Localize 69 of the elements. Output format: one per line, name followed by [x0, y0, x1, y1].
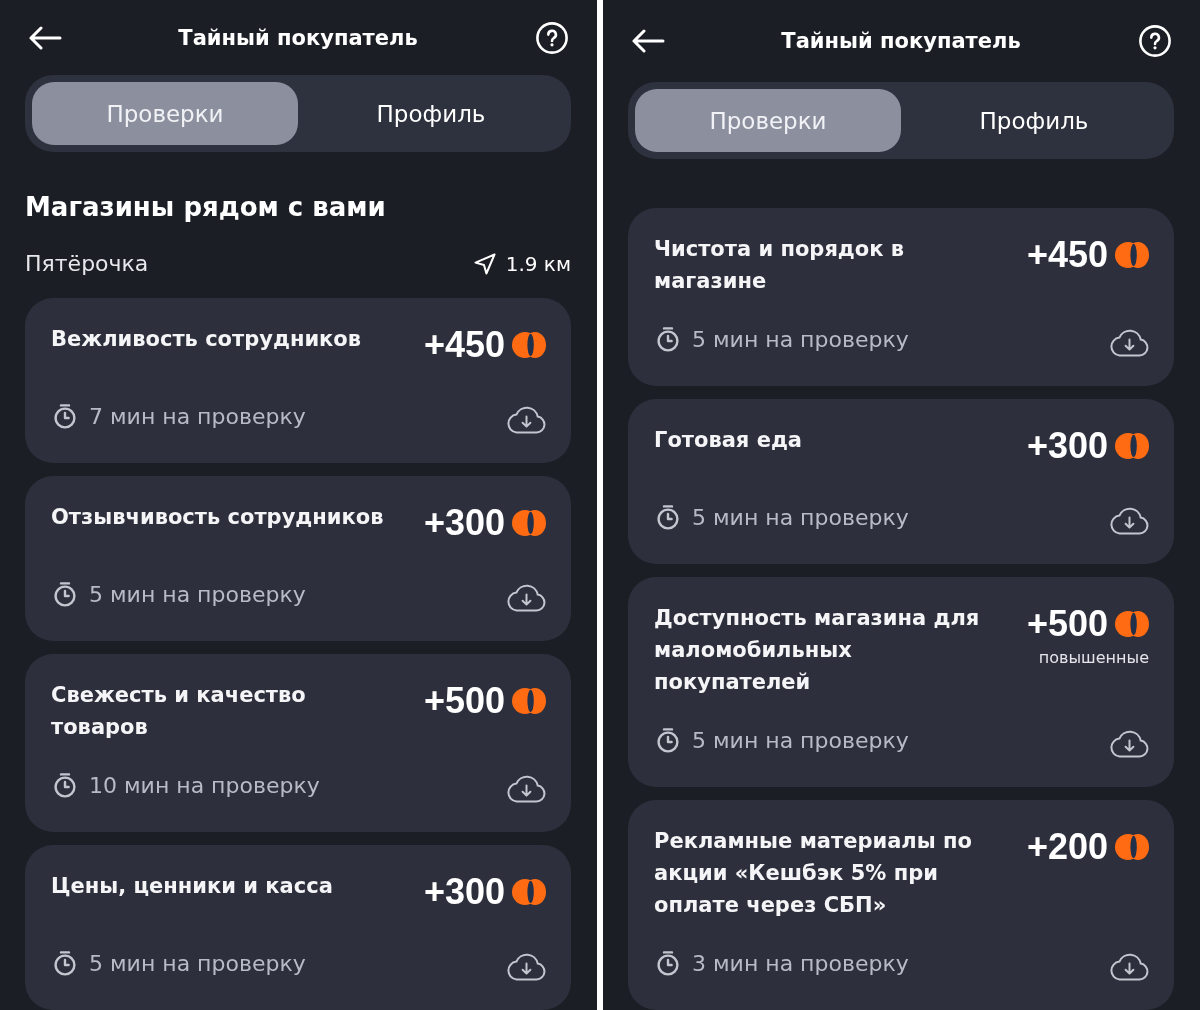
points-value: +450	[423, 325, 505, 365]
task-title: Доступность магазина для маломобильных покупателей	[654, 605, 981, 696]
coin-icon	[512, 332, 546, 358]
stopwatch-icon	[656, 950, 680, 976]
duration-text: 5 мин на проверку	[692, 727, 909, 753]
section-title: Магазины рядом с вами	[25, 192, 387, 222]
points-value: +500	[1026, 604, 1108, 644]
task-card[interactable]: Свежесть и качество товаров +500 10 мин на проверку	[25, 654, 571, 832]
task-title: Цены, ценники и касса	[51, 873, 334, 900]
coin-icon	[1115, 834, 1149, 860]
duration-text: 3 мин на проверку	[692, 950, 909, 976]
points-note: повышенные	[1038, 648, 1149, 668]
points-value: +300	[423, 503, 505, 543]
duration-text: 5 мин на проверку	[89, 950, 306, 976]
points-value: +500	[423, 681, 505, 721]
cloud-download-icon[interactable]	[1109, 951, 1149, 981]
help-icon[interactable]	[536, 21, 568, 54]
coin-icon	[512, 688, 546, 714]
cloud-download-icon[interactable]	[506, 404, 546, 434]
screen-title: Тайный покупатель	[781, 29, 1021, 53]
task-card[interactable]: Цены, ценники и касса +300 5 мин на проверку	[25, 845, 571, 1010]
task-title: Отзывчивость сотрудников	[51, 504, 385, 531]
task-card[interactable]: Рекламные материалы по акции «Кешбэк 5% при оплате через СБП» +200 3 мин на проверку	[628, 800, 1174, 1010]
duration-text: 7 мин на проверку	[89, 403, 306, 429]
points-value: +200	[1026, 827, 1108, 867]
task-card[interactable]: Доступность магазина для маломобильных покупателей +500 повышенные 5 мин на проверку	[628, 577, 1174, 787]
cloud-download-icon[interactable]	[1109, 728, 1149, 758]
stopwatch-icon	[656, 504, 680, 530]
duration-text: 10 мин на проверку	[89, 772, 320, 798]
points-value: +300	[423, 872, 505, 912]
cloud-download-icon[interactable]	[1109, 505, 1149, 535]
task-card[interactable]: Вежливость сотрудников +450 7 мин на проверку	[25, 298, 571, 463]
coin-icon	[1115, 433, 1149, 459]
task-title: Рекламные материалы по акции «Кешбэк 5% при оплате через СБП»	[654, 828, 973, 919]
cloud-download-icon[interactable]	[506, 773, 546, 803]
stopwatch-icon	[53, 950, 77, 976]
cloud-download-icon[interactable]	[1109, 327, 1149, 357]
duration-text: 5 мин на проверку	[89, 581, 306, 607]
location-arrow-icon	[473, 252, 496, 275]
cloud-download-icon[interactable]	[506, 951, 546, 981]
tab[interactable]: Профиль	[298, 82, 564, 145]
task-title: Свежесть и качество товаров	[51, 682, 307, 741]
coin-icon	[512, 879, 546, 905]
duration-text: 5 мин на проверку	[692, 504, 909, 530]
stopwatch-icon	[656, 326, 680, 352]
stopwatch-icon	[53, 772, 77, 798]
stopwatch-icon	[656, 727, 680, 753]
screen-title: Тайный покупатель	[178, 25, 418, 50]
task-card[interactable]: Чистота и порядок в магазине +450 5 мин на проверку	[628, 208, 1174, 386]
back-arrow-icon[interactable]	[28, 25, 62, 50]
stopwatch-icon	[53, 581, 77, 607]
duration-text: 5 мин на проверку	[692, 326, 909, 352]
store-name: Пятёрочка	[25, 251, 149, 276]
stopwatch-icon	[53, 403, 77, 429]
distance-text: 1.9 км	[505, 251, 571, 276]
task-title: Чистота и порядок в магазине	[654, 236, 906, 295]
tab[interactable]: Профиль	[901, 89, 1167, 152]
task-card[interactable]: Готовая еда +300 5 мин на проверку	[628, 399, 1174, 564]
task-title: Вежливость сотрудников	[51, 326, 363, 353]
points-value: +300	[1026, 426, 1108, 466]
points-value: +450	[1026, 235, 1108, 275]
cloud-download-icon[interactable]	[506, 582, 546, 612]
coin-icon	[1115, 611, 1149, 637]
coin-icon	[1115, 242, 1149, 268]
task-title: Готовая еда	[654, 427, 804, 454]
back-arrow-icon[interactable]	[631, 29, 665, 53]
coin-icon	[512, 510, 546, 536]
task-card[interactable]: Отзывчивость сотрудников +300 5 мин на проверку	[25, 476, 571, 641]
help-icon[interactable]	[1139, 25, 1171, 57]
